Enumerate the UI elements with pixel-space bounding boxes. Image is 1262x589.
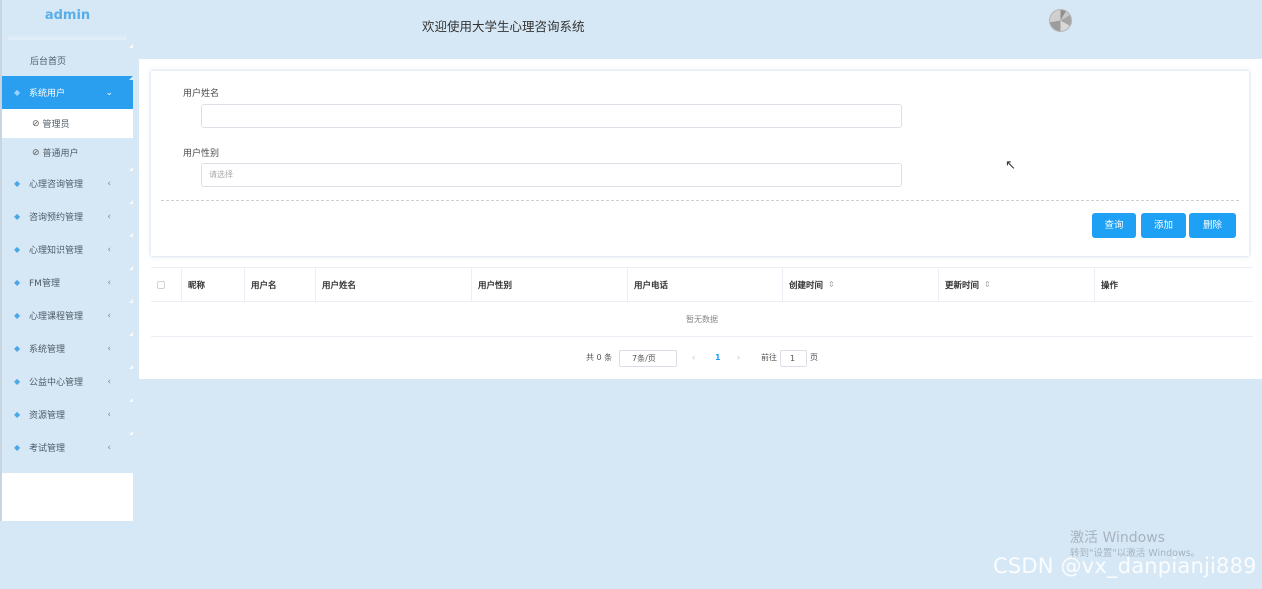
search-form: 用户姓名 用户性别 请选择 ↖ 查询 添加 删除 — [151, 71, 1249, 256]
column-header-actions: 操作 — [1101, 280, 1119, 291]
name-input[interactable] — [201, 104, 902, 128]
sidebar-item-label: 系统管理 — [29, 345, 66, 355]
page-unit-label: 页 — [810, 353, 818, 362]
sidebar-item-system[interactable]: ◆ 系统管理 ‹ — [2, 332, 133, 365]
column-header-updated[interactable]: 更新时间 ⇕ — [939, 268, 1095, 301]
diamond-icon: ◆ — [14, 377, 21, 386]
sort-icon[interactable]: ⇕ — [828, 280, 835, 289]
goto-page-input[interactable]: 1 — [780, 350, 807, 367]
avatar[interactable] — [1049, 9, 1072, 32]
sidebar-item-counseling[interactable]: ◆ 心理咨询管理 ‹ — [2, 167, 133, 200]
chevron-left-icon: ‹ — [107, 178, 111, 189]
sidebar-item-label: 心理咨询管理 — [29, 180, 84, 190]
query-button[interactable]: 查询 — [1092, 213, 1136, 238]
next-page-icon[interactable]: › — [737, 349, 740, 367]
sidebar-item-system-users[interactable]: ◆ 系统用户 ⌄ — [2, 76, 133, 109]
page-size-select[interactable]: 7条/页 — [619, 350, 677, 367]
add-button[interactable]: 添加 — [1141, 213, 1186, 238]
chevron-left-icon: ‹ — [107, 442, 111, 453]
sidebar: admin 后台首页 ◆ 系统用户 ⌄ ⊘ 管理员 ⊘ 普通用户 ◆ 心理咨询管… — [0, 0, 133, 521]
name-label: 用户姓名 — [183, 89, 220, 99]
diamond-icon: ◆ — [14, 212, 21, 221]
sidebar-item-appointments[interactable]: ◆ 咨询预约管理 ‹ — [2, 200, 133, 233]
column-header-gender[interactable]: 用户性别 — [472, 268, 628, 301]
chevron-left-icon: ‹ — [107, 343, 111, 354]
sort-icon[interactable]: ⇕ — [984, 280, 991, 289]
chevron-left-icon: ‹ — [107, 211, 111, 222]
sidebar-item-label: 咨询预约管理 — [29, 213, 84, 223]
chevron-left-icon: ‹ — [107, 376, 111, 387]
column-header-username[interactable]: 用户名 — [245, 268, 316, 301]
diamond-icon: ◆ — [14, 443, 21, 452]
sidebar-item-label: 系统用户 — [29, 89, 66, 99]
table-header: 昵称 用户名 用户姓名 用户性别 用户电话 创建时间 ⇕ 更新时间 ⇕ 操作 — [151, 267, 1253, 302]
page-title: 欢迎使用大学生心理咨询系统 — [422, 19, 585, 34]
column-header-label: 更新时间 — [945, 280, 980, 291]
chevron-left-icon: ‹ — [107, 244, 111, 255]
prev-page-icon[interactable]: ‹ — [692, 349, 695, 367]
sidebar-item-knowledge[interactable]: ◆ 心理知识管理 ‹ — [2, 233, 133, 266]
brand-logo: admin — [44, 8, 91, 23]
column-header-realname[interactable]: 用户姓名 — [316, 268, 472, 301]
sidebar-item-label: 资源管理 — [29, 411, 66, 421]
sidebar-item-label: FM管理 — [29, 279, 60, 289]
diamond-icon: ◆ — [14, 410, 21, 419]
diamond-icon: ◆ — [14, 88, 21, 97]
table-empty-row: 暂无数据 — [151, 302, 1253, 337]
goto-label: 前往 — [761, 353, 777, 362]
chevron-down-icon: ⌄ — [105, 87, 113, 98]
diamond-icon: ◆ — [14, 344, 21, 353]
column-header-label: 创建时间 — [789, 280, 824, 291]
brand-divider — [8, 34, 127, 40]
sidebar-item-charity[interactable]: ◆ 公益中心管理 ‹ — [2, 365, 133, 398]
sidebar-item-home[interactable]: 后台首页 — [2, 44, 133, 76]
page-size-value: 7条/页 — [632, 354, 656, 363]
sidebar-item-label: 后台首页 — [30, 56, 67, 67]
clock-icon: ⊘ — [32, 147, 40, 158]
sidebar-item-label: 心理课程管理 — [29, 312, 84, 322]
delete-button[interactable]: 删除 — [1189, 213, 1236, 238]
column-header-nickname[interactable]: 昵称 — [182, 268, 245, 301]
sidebar-item-fm[interactable]: ◆ FM管理 ‹ — [2, 266, 133, 299]
column-header-phone[interactable]: 用户电话 — [628, 268, 783, 301]
csdn-watermark: CSDN @vx_danpianji889 — [993, 554, 1257, 578]
sidebar-subitem-label: 普通用户 — [42, 149, 79, 159]
main-content: 用户姓名 用户性别 请选择 ↖ 查询 添加 删除 昵称 用户名 用户姓名 用户性… — [139, 59, 1262, 379]
page-number-current[interactable]: 1 — [715, 349, 721, 367]
clock-icon: ⊘ — [32, 118, 40, 129]
diamond-icon: ◆ — [14, 245, 21, 254]
sidebar-item-courses[interactable]: ◆ 心理课程管理 ‹ — [2, 299, 133, 332]
column-header-created[interactable]: 创建时间 ⇕ — [783, 268, 939, 301]
gender-label: 用户性别 — [183, 149, 220, 159]
mouse-cursor-icon: ↖ — [1005, 158, 1016, 173]
gender-select[interactable]: 请选择 — [201, 163, 902, 187]
diamond-icon: ◆ — [14, 179, 21, 188]
sidebar-item-label: 考试管理 — [29, 444, 66, 454]
gender-select-placeholder: 请选择 — [209, 170, 233, 179]
diamond-icon: ◆ — [14, 311, 21, 320]
form-divider — [161, 200, 1239, 201]
sidebar-item-resources[interactable]: ◆ 资源管理 ‹ — [2, 398, 133, 431]
goto-page-value: 1 — [790, 354, 796, 363]
sidebar-item-label: 心理知识管理 — [29, 246, 84, 256]
select-all-checkbox[interactable] — [157, 280, 165, 289]
sidebar-subitem-label: 管理员 — [42, 120, 70, 130]
chevron-left-icon: ‹ — [107, 310, 111, 321]
chevron-left-icon: ‹ — [107, 409, 111, 420]
select-all-cell — [151, 268, 182, 301]
diamond-icon: ◆ — [14, 278, 21, 287]
sidebar-item-label: 公益中心管理 — [29, 378, 84, 388]
windows-activation-title: 激活 Windows — [1070, 530, 1165, 546]
sidebar-footer — [2, 473, 133, 521]
pagination-total: 共 0 条 — [586, 353, 613, 362]
chevron-left-icon: ‹ — [107, 277, 111, 288]
sidebar-subitem-normal-users[interactable]: ⊘ 普通用户 — [2, 138, 133, 167]
sidebar-subitem-admin[interactable]: ⊘ 管理员 — [2, 109, 133, 138]
sidebar-item-exams[interactable]: ◆ 考试管理 ‹ — [2, 431, 133, 464]
sidebar-menu: 后台首页 ◆ 系统用户 ⌄ ⊘ 管理员 ⊘ 普通用户 ◆ 心理咨询管理 ‹ ◆ … — [2, 44, 133, 464]
